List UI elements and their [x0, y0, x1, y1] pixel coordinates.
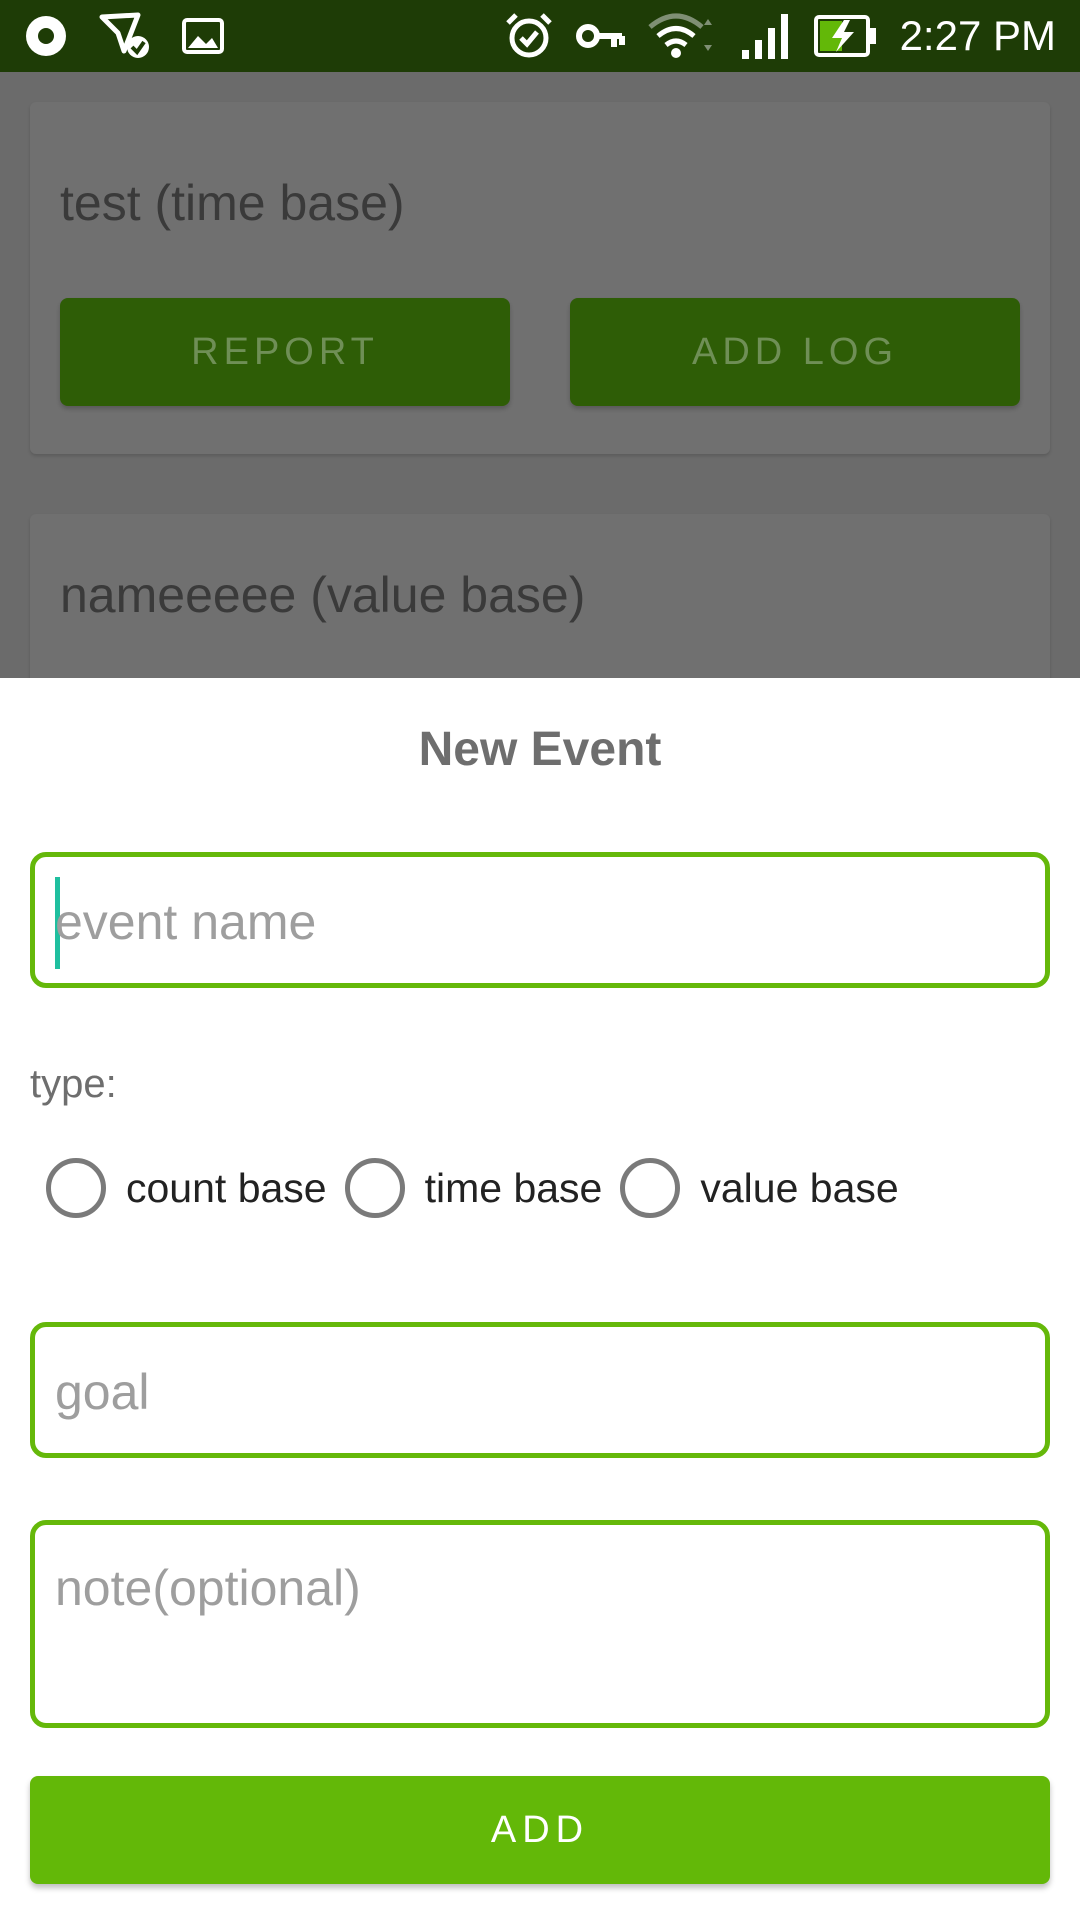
- radio-unchecked-icon[interactable]: [620, 1158, 681, 1218]
- status-time: 2:27 PM: [899, 12, 1056, 59]
- note-placeholder: note(optional): [55, 1560, 361, 1616]
- goal-placeholder: goal: [55, 1364, 150, 1420]
- report-button[interactable]: REPORT: [60, 298, 510, 406]
- event-name-field[interactable]: event name: [30, 852, 1050, 988]
- signal-icon: [740, 12, 792, 60]
- image-icon: [182, 18, 224, 54]
- radio-time-base[interactable]: time base: [344, 1158, 603, 1218]
- event-card-title: test (time base): [60, 175, 405, 231]
- radio-unchecked-icon[interactable]: [344, 1158, 405, 1218]
- radio-label: count base: [126, 1164, 327, 1211]
- dialog-title: New Event: [418, 723, 662, 776]
- event-list: test (time base) REPORT ADD LOG nameeeee…: [0, 72, 1080, 714]
- radio-value-base[interactable]: value base: [620, 1158, 899, 1218]
- radio-count-base[interactable]: count base: [46, 1158, 327, 1218]
- new-event-dialog: New Event event name type: count base ti…: [0, 678, 1080, 1920]
- record-icon: [24, 14, 68, 58]
- radio-label: time base: [424, 1164, 603, 1211]
- type-radio-group: count base time base value base: [46, 1158, 917, 1218]
- wifi-icon: [647, 11, 718, 61]
- event-card-title: nameeeee (value base): [60, 567, 586, 623]
- battery-charging-icon: [813, 14, 878, 58]
- vpn-key-icon: [575, 21, 626, 51]
- goal-field[interactable]: goal: [30, 1322, 1050, 1458]
- status-bar: 2:27 PM: [0, 0, 1080, 72]
- add-log-button[interactable]: ADD LOG: [570, 298, 1020, 406]
- note-field[interactable]: note(optional): [30, 1520, 1050, 1728]
- alarm-icon: [504, 11, 554, 61]
- event-name-placeholder: event name: [55, 894, 317, 950]
- location-check-icon: [98, 11, 152, 61]
- radio-unchecked-icon[interactable]: [46, 1158, 106, 1218]
- add-button[interactable]: ADD: [30, 1776, 1050, 1884]
- radio-label: value base: [700, 1164, 899, 1211]
- type-label: type:: [30, 1062, 117, 1106]
- event-card: test (time base) REPORT ADD LOG: [30, 102, 1050, 454]
